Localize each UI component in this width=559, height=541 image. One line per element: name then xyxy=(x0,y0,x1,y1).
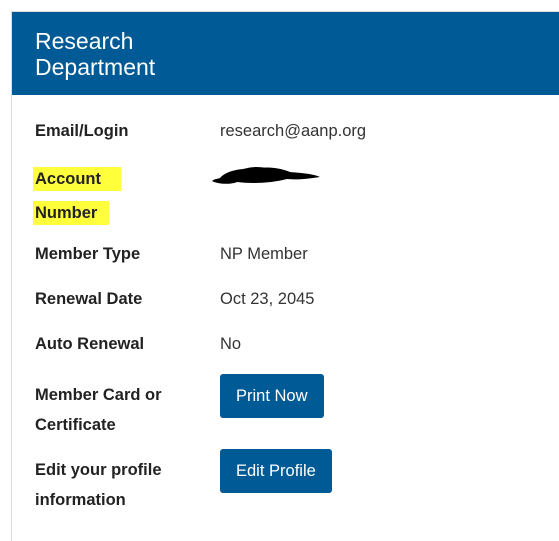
renewal-date-value: Oct 23, 2045 xyxy=(220,290,315,308)
membership-card: Research Department Email/Login research… xyxy=(11,11,559,541)
member-type-value: NP Member xyxy=(220,245,308,263)
edit-profile-button[interactable]: Edit Profile xyxy=(220,449,332,493)
account-label-line1: Account xyxy=(33,167,121,191)
email-value: research@aanp.org xyxy=(220,122,367,140)
member-card-label: Member Card or Certificate xyxy=(35,380,205,440)
member-type-label: Member Type xyxy=(35,245,141,263)
card-header: Research Department xyxy=(12,12,559,95)
print-now-button[interactable]: Print Now xyxy=(220,374,324,418)
member-card-label-line1: Member Card or xyxy=(35,386,162,404)
account-number-label: Account Number xyxy=(33,167,205,225)
auto-renewal-label: Auto Renewal xyxy=(35,335,145,353)
account-label-line2: Number xyxy=(33,201,110,225)
email-label: Email/Login xyxy=(35,122,129,140)
renewal-date-label: Renewal Date xyxy=(35,290,143,308)
edit-profile-label-line2: information xyxy=(35,491,126,509)
member-card-label-line2: Certificate xyxy=(35,416,116,434)
account-number-redaction xyxy=(212,167,320,184)
edit-profile-label-line1: Edit your profile xyxy=(35,461,162,479)
auto-renewal-value: No xyxy=(220,335,242,353)
card-title: Research Department xyxy=(35,28,156,80)
edit-profile-label: Edit your profile information xyxy=(35,455,205,515)
